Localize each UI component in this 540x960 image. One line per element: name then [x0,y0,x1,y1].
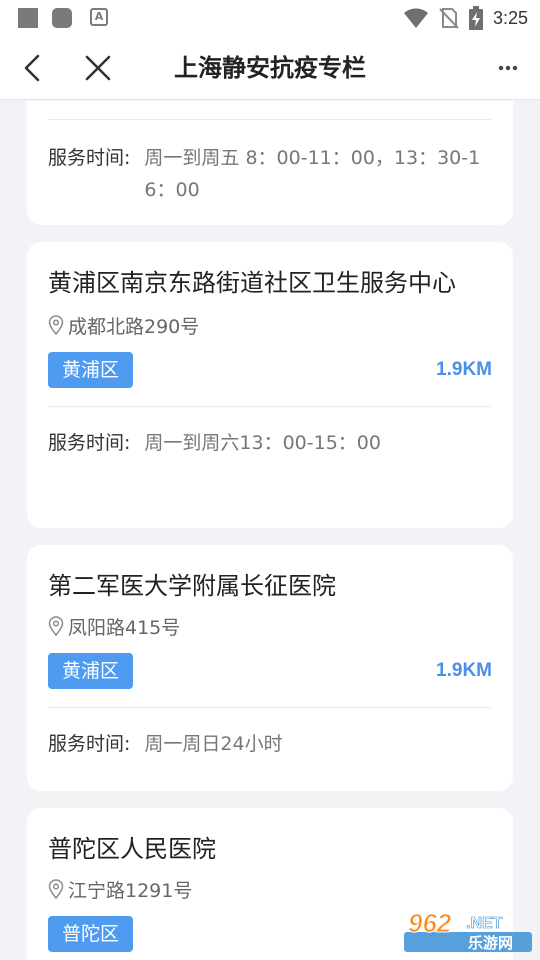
status-bar: A 3:25 [0,0,540,36]
service-time-value: 周一周日24小时 [144,733,283,755]
wifi-icon [403,8,428,28]
font-a-icon: A [90,8,108,26]
clinic-address-text: 成都北路290号 [68,315,200,338]
district-tag: 黄浦区 [48,352,134,388]
more-dots-icon[interactable] [498,58,518,78]
service-time-label: 服务时间: [48,147,131,169]
district-tag: 普陀区 [48,916,134,952]
service-time-value: 周一到周五 8：00-11：00，13：30-16：00 [144,147,481,201]
notification-rounded-icon [52,8,72,28]
clinic-name: 第二军医大学附属长征医院 [48,572,336,600]
back-arrow-icon[interactable] [18,52,50,84]
clinic-name: 黄浦区南京东路街道社区卫生服务中心 [48,269,456,297]
clinic-address: 江宁路1291号 [48,874,492,904]
watermark-site: 乐游网 [468,934,513,952]
battery-charging-icon [468,6,483,30]
service-time-value: 周一到周六13：00-15：00 [144,432,381,454]
clinic-card[interactable]: 第二军医大学附属长征医院 凤阳路415号 黄浦区 1.9KM 服务时间: 周一周… [27,545,513,791]
clinic-list[interactable]: 服务时间: 周一到周五 8：00-11：00，13：30-16：00 黄浦区南京… [0,101,540,960]
notification-square-icon [18,8,38,28]
service-time-label: 服务时间: [48,432,131,454]
service-time: 服务时间: 周一到周五 8：00-11：00，13：30-16：00 [48,142,492,206]
tag-row: 黄浦区 1.9KM [48,352,492,388]
clinic-address: 成都北路290号 [48,310,492,340]
location-pin-icon [48,879,64,899]
card-divider [48,707,492,708]
watermark-number: 962 [408,908,452,938]
status-bar-right: 3:25 [403,5,528,31]
clinic-address-text: 江宁路1291号 [68,879,193,902]
nav-bar: 上海静安抗疫专栏 [0,36,540,100]
distance-value: 1.9KM [436,359,492,380]
clock: 3:25 [492,7,528,28]
watermark-suffix: .NET [466,915,503,932]
district-tag: 黄浦区 [48,653,134,689]
service-time: 服务时间: 周一周日24小时 [48,728,492,760]
clinic-card[interactable]: 服务时间: 周一到周五 8：00-11：00，13：30-16：00 [27,101,513,225]
no-sim-icon [439,8,459,29]
page-title: 上海静安抗疫专栏 [174,54,366,82]
site-watermark-logo: 962 .NET 乐游网 [404,908,532,952]
clinic-name: 普陀区人民医院 [48,835,216,863]
clinic-address: 凤阳路415号 [48,611,492,641]
location-pin-icon [48,315,64,335]
distance-value: 1.9KM [436,660,492,681]
close-icon[interactable] [82,52,114,84]
tag-row: 黄浦区 1.9KM [48,653,492,689]
service-time-label: 服务时间: [48,733,131,755]
clinic-address-text: 凤阳路415号 [68,616,181,639]
card-divider [48,119,492,120]
location-pin-icon [48,616,64,636]
clinic-card[interactable]: 黄浦区南京东路街道社区卫生服务中心 成都北路290号 黄浦区 1.9KM 服务时… [27,242,513,528]
card-divider [48,406,492,407]
service-time: 服务时间: 周一到周六13：00-15：00 [48,427,492,459]
